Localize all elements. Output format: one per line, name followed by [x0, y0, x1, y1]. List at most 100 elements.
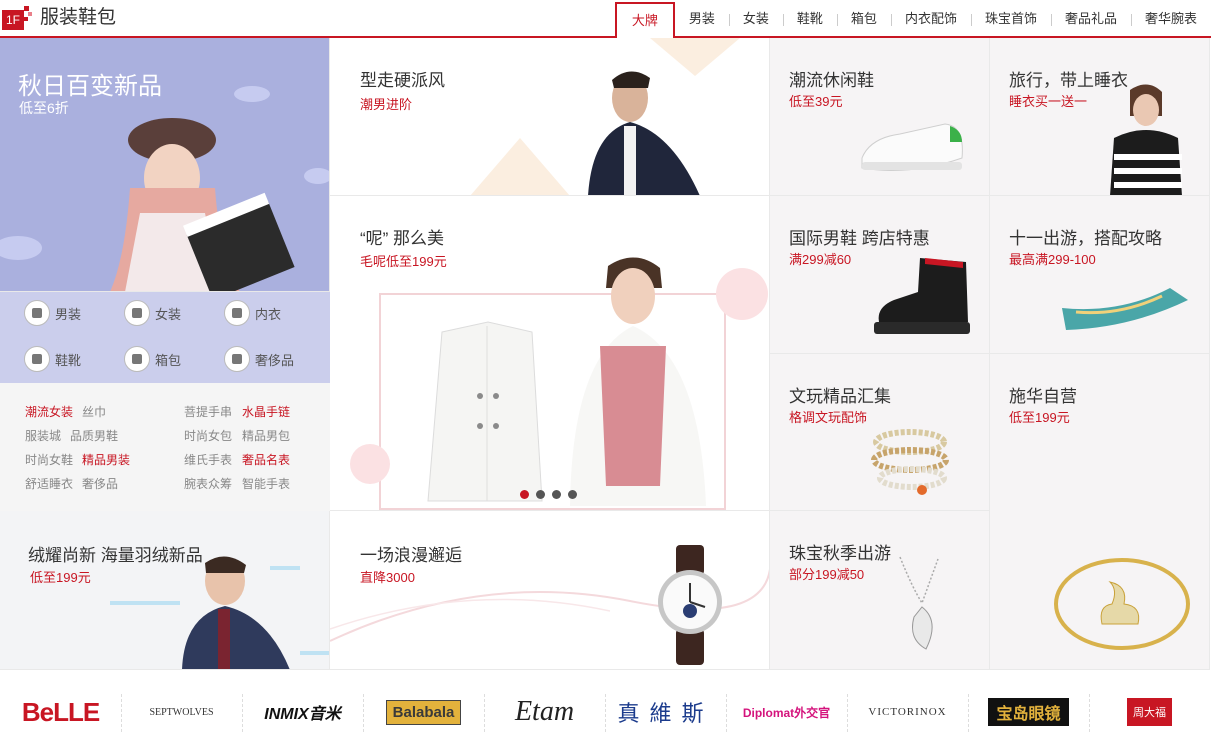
link-item[interactable]: 丝巾 — [82, 403, 106, 420]
link-item[interactable]: 舒适睡衣 — [25, 475, 73, 492]
category-underwear[interactable]: 内衣 — [224, 300, 281, 326]
brand-jeanswest[interactable]: 真維斯 — [605, 680, 726, 744]
promo-collectibles[interactable]: 文玩精品汇集 格调文玩配饰 — [770, 354, 990, 511]
promo-subtitle: 直降3000 — [360, 570, 415, 585]
carousel-title: “呢” 那么美 — [360, 229, 445, 248]
tab-shoes[interactable]: 鞋靴 — [782, 2, 837, 36]
brand-logo: Balabala — [385, 699, 462, 725]
brand-inmix[interactable]: INMIX音米 — [242, 680, 363, 744]
main-carousel[interactable]: “呢” 那么美 毛呢低至199元 — [330, 196, 770, 511]
promo-menswear[interactable]: 型走硬派风 潮男进阶 — [330, 38, 770, 196]
tab-jewelry[interactable]: 珠宝首饰 — [970, 2, 1051, 36]
menswear-image — [470, 38, 740, 195]
brand-belle[interactable]: BeLLE — [0, 680, 121, 744]
carousel-dots — [520, 490, 577, 499]
category-bags[interactable]: 箱包 — [124, 346, 181, 372]
carousel-dot[interactable] — [536, 490, 545, 499]
brand-logo: 真維斯 — [617, 702, 714, 727]
brand-septwolves[interactable]: SEPTWOLVES — [121, 680, 242, 744]
promo-travel-outfit[interactable]: 十一出游，搭配攻略 最高满299-100 — [990, 196, 1210, 354]
carousel-dot[interactable] — [552, 490, 561, 499]
promo-jewelry[interactable]: 珠宝秋季出游 部分199减50 — [770, 511, 990, 670]
link-item[interactable]: 菩提手串 — [184, 403, 232, 420]
link-item[interactable]: 时尚女包 — [184, 427, 232, 444]
promo-subtitle: 低至199元 — [30, 570, 91, 585]
link-item[interactable]: 智能手表 — [242, 475, 290, 492]
tab-brand[interactable]: 大牌 — [614, 2, 675, 40]
promo-title: 文玩精品汇集 — [789, 387, 891, 406]
sneaker-image — [861, 123, 963, 171]
brand-logo: 宝岛眼镜 — [988, 698, 1069, 726]
promo-title: 珠宝秋季出游 — [789, 544, 891, 563]
brand-logo: Etam — [514, 696, 575, 727]
brand-etam[interactable]: Etam — [484, 680, 605, 744]
brand-logo: BeLLE — [21, 696, 100, 727]
dress-icon — [124, 300, 150, 326]
promo-title: 旅行，带上睡衣 — [1009, 71, 1128, 90]
promo-watch[interactable]: 一场浪漫邂逅 直降3000 — [330, 511, 770, 670]
pajamas-image — [1110, 84, 1182, 195]
promo-title: 型走硬派风 — [360, 71, 445, 90]
brand-chowtaifook[interactable]: 周大福 — [1089, 680, 1210, 744]
link-item[interactable]: 腕表众筹 — [184, 475, 232, 492]
floor-number: 1F — [2, 10, 24, 30]
quick-links: 潮流女装 丝巾 菩提手串 水晶手链 服装城 品质男鞋 时尚女包 精品男包 时尚女… — [0, 383, 330, 511]
category-label: 奢侈品 — [255, 352, 295, 368]
tab-womenswear[interactable]: 女装 — [728, 2, 783, 36]
brand-victorinox[interactable]: VICTORINOX — [847, 680, 968, 744]
tab-underwear-accessories[interactable]: 内衣配饰 — [890, 2, 971, 36]
necklace-image — [899, 556, 939, 650]
promo-title: 十一出游，搭配攻略 — [1009, 229, 1162, 248]
brand-balabala[interactable]: Balabala — [363, 680, 484, 744]
tab-luxury-gifts[interactable]: 奢品礼品 — [1050, 2, 1131, 36]
floor-tabs: 大牌 男装 女装 鞋靴 箱包 内衣配饰 珠宝首饰 奢品礼品 奢华腕表 — [614, 2, 1211, 40]
link-item[interactable]: 奢侈品 — [82, 475, 118, 492]
promo-swarovski[interactable]: 施华自营 低至199元 — [990, 354, 1210, 670]
link-item[interactable]: 服装城 — [25, 427, 61, 444]
promo-subtitle: 潮男进阶 — [360, 97, 413, 112]
left-banner-subtitle: 低至6折 — [19, 100, 69, 116]
category-menswear[interactable]: 男装 — [24, 300, 81, 326]
brand-baodao[interactable]: 宝岛眼镜 — [968, 680, 1089, 744]
link-item[interactable]: 水晶手链 — [242, 403, 290, 420]
brand-diplomat[interactable]: Diplomat外交官 — [726, 680, 847, 744]
carousel-dot[interactable] — [568, 490, 577, 499]
promo-title: 国际男鞋 跨店特惠 — [789, 229, 930, 248]
promo-subtitle: 部分199减50 — [789, 567, 865, 582]
boot-icon — [24, 346, 50, 372]
promo-subtitle: 低至199元 — [1009, 410, 1070, 425]
link-item[interactable]: 维氏手表 — [184, 451, 232, 468]
link-item[interactable]: 奢品名表 — [242, 451, 290, 468]
link-item[interactable]: 潮流女装 — [25, 403, 73, 420]
link-item[interactable]: 精品男包 — [242, 427, 290, 444]
left-banner[interactable]: 秋日百变新品 低至6折 — [0, 38, 330, 292]
scarf-image — [1062, 288, 1188, 330]
category-label: 鞋靴 — [55, 352, 82, 368]
category-luxury[interactable]: 奢侈品 — [224, 346, 294, 372]
category-shoes[interactable]: 鞋靴 — [24, 346, 81, 372]
brand-bar: BeLLE SEPTWOLVES INMIX音米 Balabala Etam 真… — [0, 680, 1211, 744]
category-label: 内衣 — [255, 306, 282, 322]
promo-pajamas[interactable]: 旅行，带上睡衣 睡衣买一送一 — [990, 38, 1210, 196]
link-item[interactable]: 时尚女鞋 — [25, 451, 73, 468]
promo-mens-shoes[interactable]: 国际男鞋 跨店特惠 满299减60 — [770, 196, 990, 354]
floor-badge: 1F — [2, 6, 32, 30]
promo-title: 一场浪漫邂逅 — [360, 546, 462, 565]
promo-subtitle: 最高满299-100 — [1009, 252, 1096, 267]
link-item[interactable]: 精品男装 — [82, 451, 130, 468]
promo-subtitle: 低至39元 — [789, 94, 843, 109]
brand-logo: SEPTWOLVES — [149, 706, 214, 718]
promo-title: 施华自营 — [1009, 387, 1077, 406]
carousel-dot[interactable] — [520, 490, 529, 499]
brand-logo: VICTORINOX — [868, 706, 947, 718]
category-womenswear[interactable]: 女装 — [124, 300, 181, 326]
promo-casual-shoes[interactable]: 潮流休闲鞋 低至39元 — [770, 38, 990, 196]
promo-down-jacket[interactable]: 绒耀尚新 海量羽绒新品 低至199元 — [0, 511, 330, 670]
promo-title: 绒耀尚新 海量羽绒新品 — [28, 546, 203, 565]
tab-luxury-watches[interactable]: 奢华腕表 — [1130, 2, 1211, 36]
tab-menswear[interactable]: 男装 — [675, 2, 729, 36]
tab-bags[interactable]: 箱包 — [836, 2, 891, 36]
beads-image — [871, 429, 949, 495]
shirt-icon — [24, 300, 50, 326]
link-item[interactable]: 品质男鞋 — [70, 427, 118, 444]
